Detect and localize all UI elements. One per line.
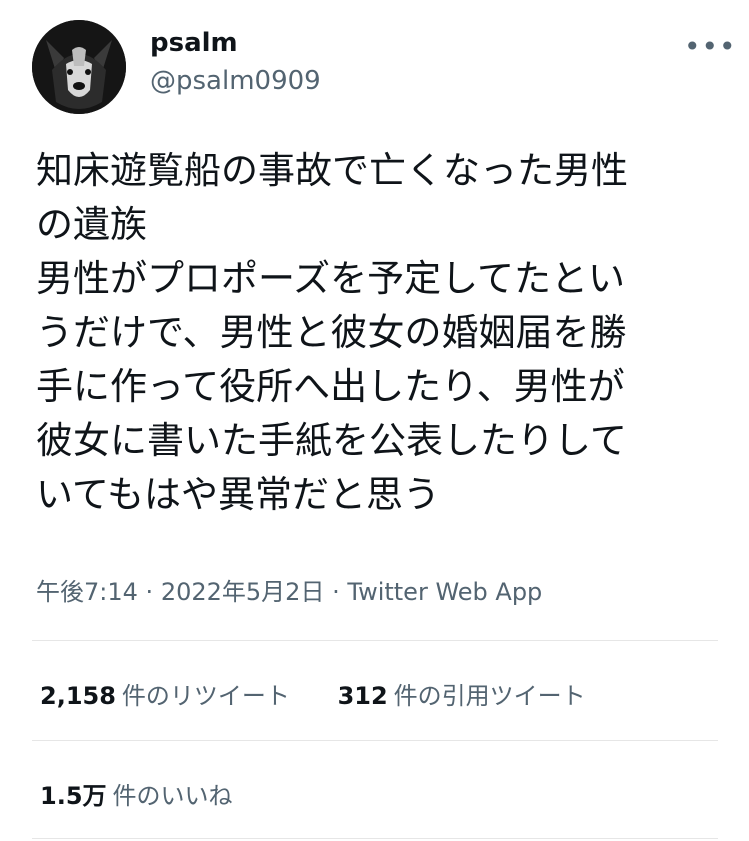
retweets-count: 2,158	[40, 682, 116, 710]
tweet-line: 彼女に書いた手紙を公表したりして	[36, 419, 627, 462]
tweet-line: いてもはや異常だと思う	[36, 473, 441, 516]
stats-row-likes: 1.5万 件のいいね	[40, 776, 233, 811]
retweets-label: 件のリツイート	[121, 682, 290, 710]
tweet-line: 男性がプロポーズを予定してたとい	[36, 257, 626, 300]
likes-label: 件のいいね	[112, 782, 233, 810]
divider	[32, 640, 718, 641]
tweet-line: 知床遊覧船の事故で亡くなった男性	[36, 149, 628, 192]
quotes-stat[interactable]: 312 件の引用ツイート	[338, 682, 586, 710]
meta-separator: ·	[145, 578, 154, 606]
tweet-time[interactable]: 午後7:14	[36, 578, 138, 606]
quotes-count: 312	[337, 682, 388, 710]
divider	[32, 740, 718, 741]
retweets-stat[interactable]: 2,158 件のリツイート	[40, 682, 298, 710]
meta-separator: ·	[332, 578, 340, 606]
more-options-icon[interactable]: •••	[684, 30, 737, 63]
tweet-line: うだけで、男性と彼女の婚姻届を勝	[36, 311, 627, 354]
likes-count: 1.5万	[40, 782, 107, 810]
tweet-line: の遺族	[36, 203, 147, 246]
tweet-source[interactable]: Twitter Web App	[347, 578, 542, 606]
tweet-meta: 午後7:14 · 2022年5月2日 · Twitter Web App	[36, 572, 542, 607]
display-name[interactable]: psalm	[150, 28, 238, 58]
tweet-line: 手に作って役所へ出したり、男性が	[36, 365, 625, 408]
husky-avatar-image	[32, 20, 126, 114]
tweet-date[interactable]: 2022年5月2日	[161, 578, 325, 606]
divider	[32, 838, 718, 839]
tweet-text: 知床遊覧船の事故で亡くなった男性 の遺族 男性がプロポーズを予定してたとい うだ…	[36, 144, 716, 522]
quotes-label: 件の引用ツイート	[393, 682, 586, 710]
avatar[interactable]	[32, 20, 126, 114]
user-handle[interactable]: @psalm0909	[150, 66, 321, 96]
stats-row-retweets: 2,158 件のリツイート 312 件の引用ツイート	[40, 676, 586, 711]
likes-stat[interactable]: 1.5万 件のいいね	[40, 782, 233, 810]
